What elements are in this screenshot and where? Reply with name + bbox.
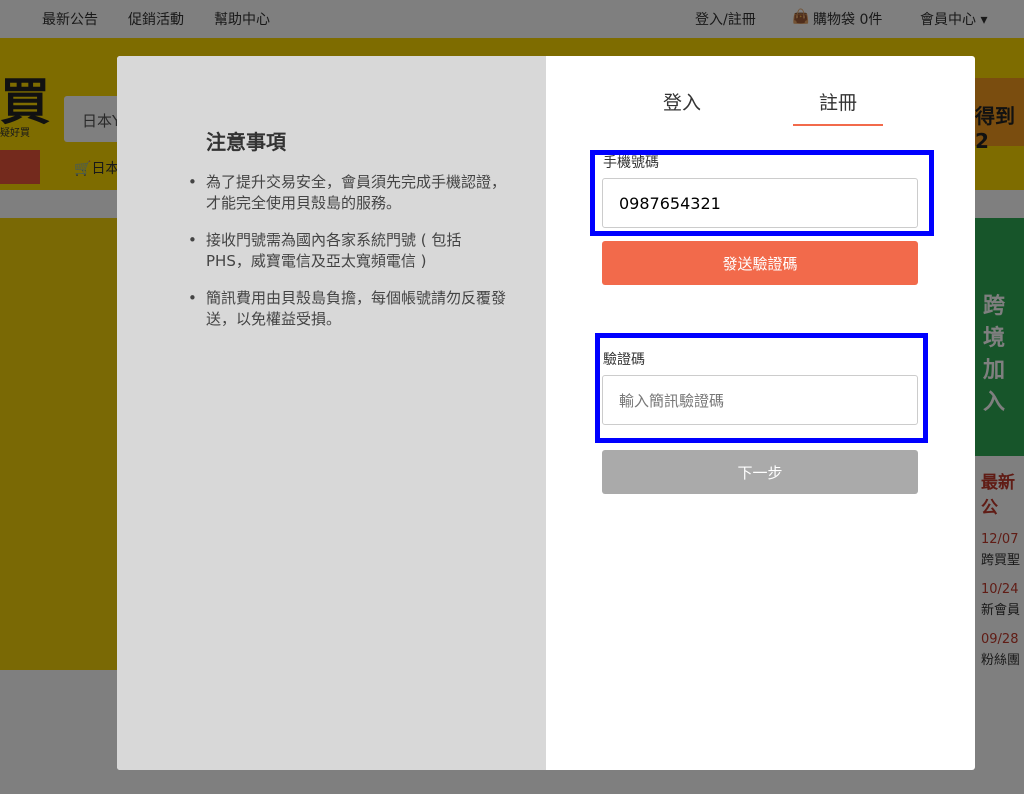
- notice-title: 注意事項: [206, 130, 286, 154]
- phone-input[interactable]: [602, 178, 918, 228]
- register-modal: 注意事項 為了提升交易安全，會員須先完成手機認證，才能完全使用貝殼島的服務。 接…: [117, 56, 975, 770]
- code-label: 驗證碼: [603, 352, 645, 368]
- next-button[interactable]: 下一步: [602, 450, 918, 494]
- tab-register[interactable]: 註冊: [793, 88, 883, 126]
- send-code-button[interactable]: 發送驗證碼: [602, 241, 918, 285]
- code-input[interactable]: [602, 375, 918, 425]
- tab-login[interactable]: 登入: [637, 88, 727, 115]
- phone-label: 手機號碼: [603, 155, 659, 171]
- notice-item: 接收門號需為國內各家系統門號 ( 包括PHS，威寶電信及亞太寬頻電信 ): [188, 230, 506, 272]
- form-panel: 登入 註冊 手機號碼 發送驗證碼 驗證碼 下一步: [546, 56, 975, 770]
- notice-item: 簡訊費用由貝殼島負擔，每個帳號請勿反覆發送，以免權益受損。: [188, 288, 506, 330]
- notice-item: 為了提升交易安全，會員須先完成手機認證，才能完全使用貝殼島的服務。: [188, 172, 506, 214]
- notice-list: 為了提升交易安全，會員須先完成手機認證，才能完全使用貝殼島的服務。 接收門號需為…: [188, 172, 506, 346]
- notice-panel: 注意事項 為了提升交易安全，會員須先完成手機認證，才能完全使用貝殼島的服務。 接…: [117, 56, 546, 770]
